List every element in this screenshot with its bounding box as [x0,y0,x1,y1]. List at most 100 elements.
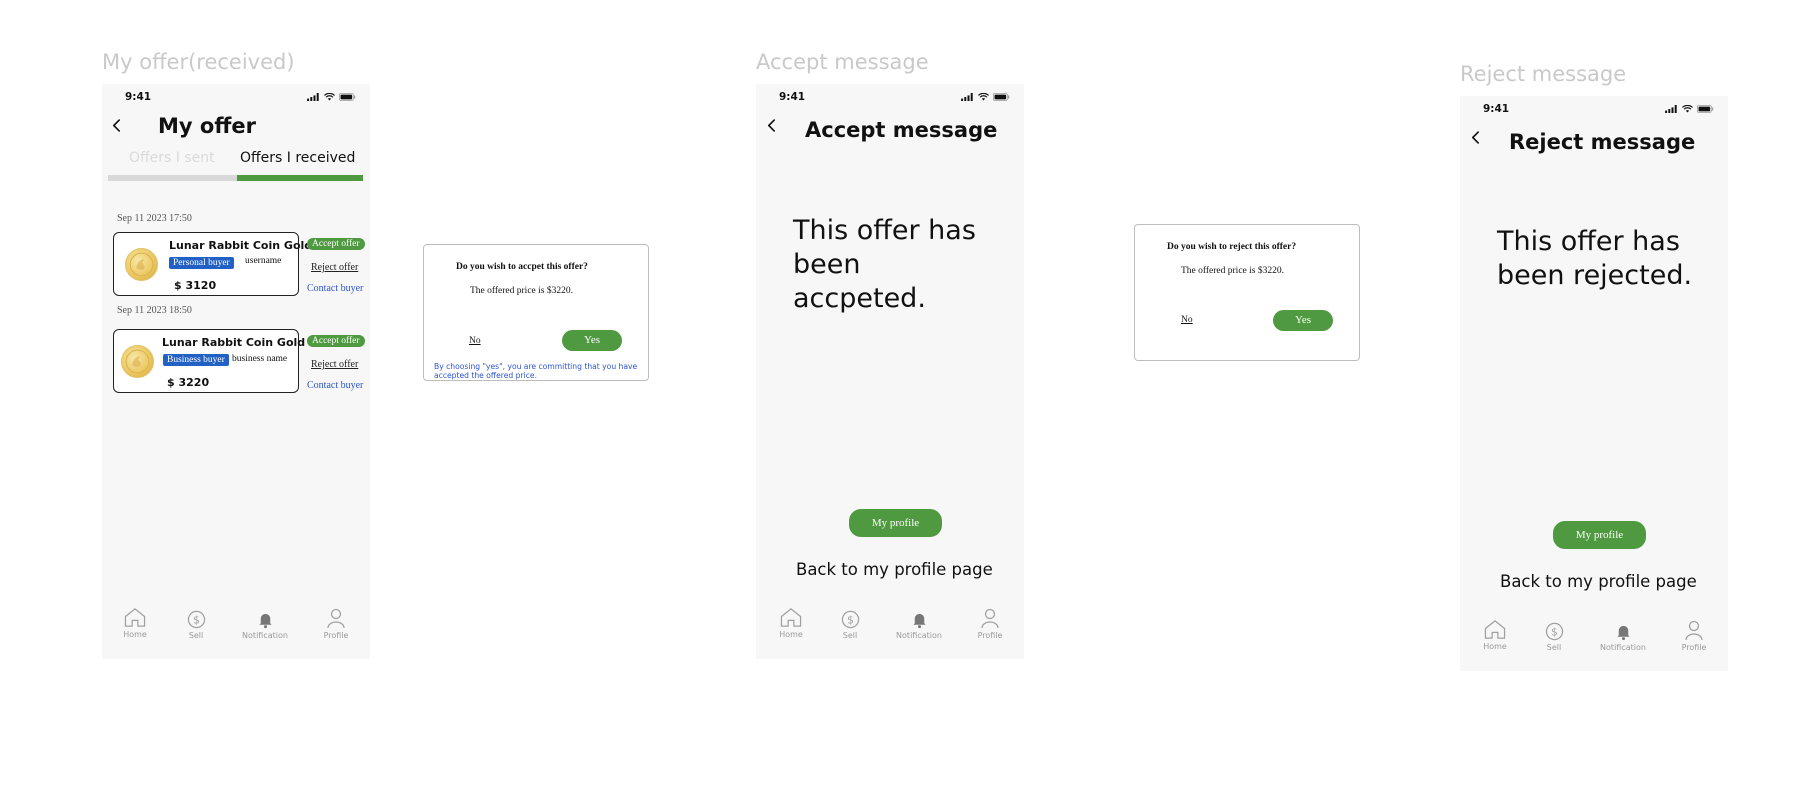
home-icon [779,607,803,628]
nav-label: Home [779,630,803,639]
gold-coin-icon [125,248,158,281]
my-offer-screen: 9:41 My offer Offers I sent Offers I rec… [102,84,370,659]
tab-indicator-active [237,175,363,181]
user-icon [980,607,1000,629]
contact-buyer-link[interactable]: Contact buyer [307,380,363,391]
nav-home[interactable]: Home [105,607,165,639]
offer-price: $ 3220 [167,376,210,389]
bell-icon [911,610,928,629]
status-icons [1665,105,1714,113]
signal-icon [961,93,974,101]
user-icon [1684,619,1704,641]
page-title: Accept message [805,118,998,142]
dollar-icon [1545,622,1564,641]
back-to-profile-link[interactable]: Back to my profile page [796,560,993,579]
back-button[interactable] [1471,130,1480,145]
reject-offer-link[interactable]: Reject offer [311,359,358,370]
message-line: accpeted. [793,283,926,314]
nav-profile[interactable]: Profile [960,607,1020,640]
reject-message-screen: 9:41 Reject message This offer has been … [1460,96,1728,671]
buyer-name: business name [232,354,288,364]
nav-label: Home [123,630,147,639]
nav-profile[interactable]: Profile [306,607,366,640]
signal-icon [307,93,320,101]
status-time: 9:41 [1483,103,1510,115]
message-line: been rejected. [1497,260,1693,291]
confirmation-message: This offer has been rejected. [1497,225,1692,293]
offer-date: Sep 11 2023 18:50 [117,305,192,316]
frame-label-accept: Accept message [756,50,929,74]
nav-label: Profile [977,631,1003,640]
message-line: This offer has [1497,226,1680,257]
status-icons [307,93,356,101]
nav-notification[interactable]: Notification [889,610,949,640]
offer-card[interactable]: Lunar Rabbit Coin Gold Personal buyer us… [113,232,312,296]
status-icons [961,93,1010,101]
offer-card[interactable]: Lunar Rabbit Coin Gold Business buyer bu… [113,329,305,393]
nav-label: Sell [188,631,204,640]
dialog-yes-button[interactable]: Yes [1273,310,1333,331]
signal-icon [1665,105,1678,113]
page-title: My offer [158,114,256,138]
tab-offers-received[interactable]: Offers I received [240,150,355,166]
home-icon [123,607,147,628]
dialog-question: Do you wish to accpet this offer? [456,262,588,272]
buyer-type-badge: Business buyer [163,354,229,366]
battery-icon [993,93,1010,101]
tab-offers-sent[interactable]: Offers I sent [129,150,215,166]
dialog-commit-note: By choosing "yes", you are committing th… [434,362,638,380]
back-button[interactable] [112,118,121,133]
nav-label: Profile [323,631,349,640]
dollar-icon [187,610,206,629]
offer-price: $ 3120 [174,279,217,292]
wifi-icon [324,93,335,101]
nav-home[interactable]: Home [1465,619,1525,651]
dialog-question: Do you wish to reject this offer? [1167,242,1297,252]
bell-icon [1615,622,1632,641]
message-line: This offer has [793,215,976,246]
nav-label: Notification [1600,643,1646,652]
status-time: 9:41 [125,91,152,103]
user-icon [326,607,346,629]
accept-message-screen: 9:41 Accept message This offer has been … [756,84,1024,659]
my-profile-button[interactable]: My profile [849,509,942,537]
offer-date: Sep 11 2023 17:50 [117,213,192,224]
reject-offer-link[interactable]: Reject offer [311,262,358,273]
status-time: 9:41 [779,91,806,103]
nav-label: Sell [842,631,858,640]
page-title: Reject message [1509,130,1696,154]
nav-label: Home [1483,642,1507,651]
dialog-price-text: The offered price is $3220. [1181,266,1284,276]
my-profile-button[interactable]: My profile [1553,521,1646,549]
battery-icon [1697,105,1714,113]
nav-label: Sell [1546,643,1562,652]
back-to-profile-link[interactable]: Back to my profile page [1500,572,1697,591]
dollar-icon [841,610,860,629]
frame-label-reject: Reject message [1460,62,1627,86]
wifi-icon [978,93,989,101]
confirmation-message: This offer has been accpeted. [793,214,976,316]
contact-buyer-link[interactable]: Contact buyer [307,283,363,294]
nav-notification[interactable]: Notification [1593,622,1653,652]
accept-confirm-dialog: Do you wish to accpet this offer? The of… [423,244,649,381]
dialog-no-button[interactable]: No [1181,315,1193,325]
item-name: Lunar Rabbit Coin Gold [169,239,313,252]
dialog-yes-button[interactable]: Yes [562,330,622,351]
nav-label: Profile [1681,643,1707,652]
nav-notification[interactable]: Notification [235,610,295,640]
wifi-icon [1682,105,1693,113]
accept-offer-button[interactable]: Accept offer [307,335,365,347]
back-button[interactable] [767,118,776,133]
bell-icon [257,610,274,629]
nav-profile[interactable]: Profile [1664,619,1724,652]
item-name: Lunar Rabbit Coin Gold [162,336,306,349]
nav-sell[interactable]: Sell [166,610,226,640]
message-line: been [793,249,861,280]
accept-offer-button[interactable]: Accept offer [307,238,365,250]
dialog-no-button[interactable]: No [469,336,481,346]
nav-home[interactable]: Home [761,607,821,639]
nav-sell[interactable]: Sell [820,610,880,640]
buyer-type-badge: Personal buyer [169,257,234,269]
nav-label: Notification [242,631,288,640]
nav-sell[interactable]: Sell [1524,622,1584,652]
